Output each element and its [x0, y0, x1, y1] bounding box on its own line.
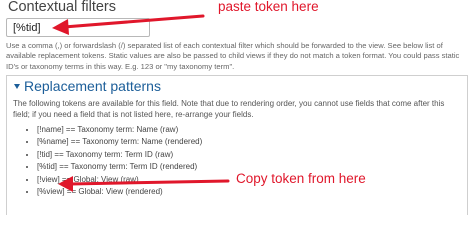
- contextual-filters-heading: Contextual filters: [8, 0, 116, 15]
- token-item: [%view] == Global: View (rendered): [37, 186, 202, 198]
- token-item: [!name] == Taxonomy term: Name (raw): [37, 124, 202, 136]
- contextual-filter-input[interactable]: [6, 18, 150, 37]
- token-item: [%tid] == Taxonomy term: Term ID (render…: [37, 161, 202, 173]
- contextual-filter-help-text: Use a comma (,) or forwardslash (/) sepa…: [6, 41, 460, 71]
- token-list: [!name] == Taxonomy term: Name (raw) [%n…: [23, 124, 202, 198]
- replacement-patterns-panel: Replacement patterns The following token…: [6, 75, 468, 215]
- replacement-patterns-toggle[interactable]: Replacement patterns: [14, 78, 161, 94]
- collapse-triangle-icon: [14, 83, 20, 89]
- paste-token-annotation: paste token here: [218, 0, 319, 14]
- token-item: [%name] == Taxonomy term: Name (rendered…: [37, 136, 202, 148]
- token-item: [!tid] == Taxonomy term: Term ID (raw): [37, 149, 202, 161]
- replacement-patterns-description: The following tokens are available for t…: [13, 99, 445, 119]
- copy-token-annotation: Copy token from here: [236, 171, 366, 186]
- token-item: [!view] == Global: View (raw): [37, 174, 202, 186]
- replacement-patterns-title: Replacement patterns: [24, 78, 161, 94]
